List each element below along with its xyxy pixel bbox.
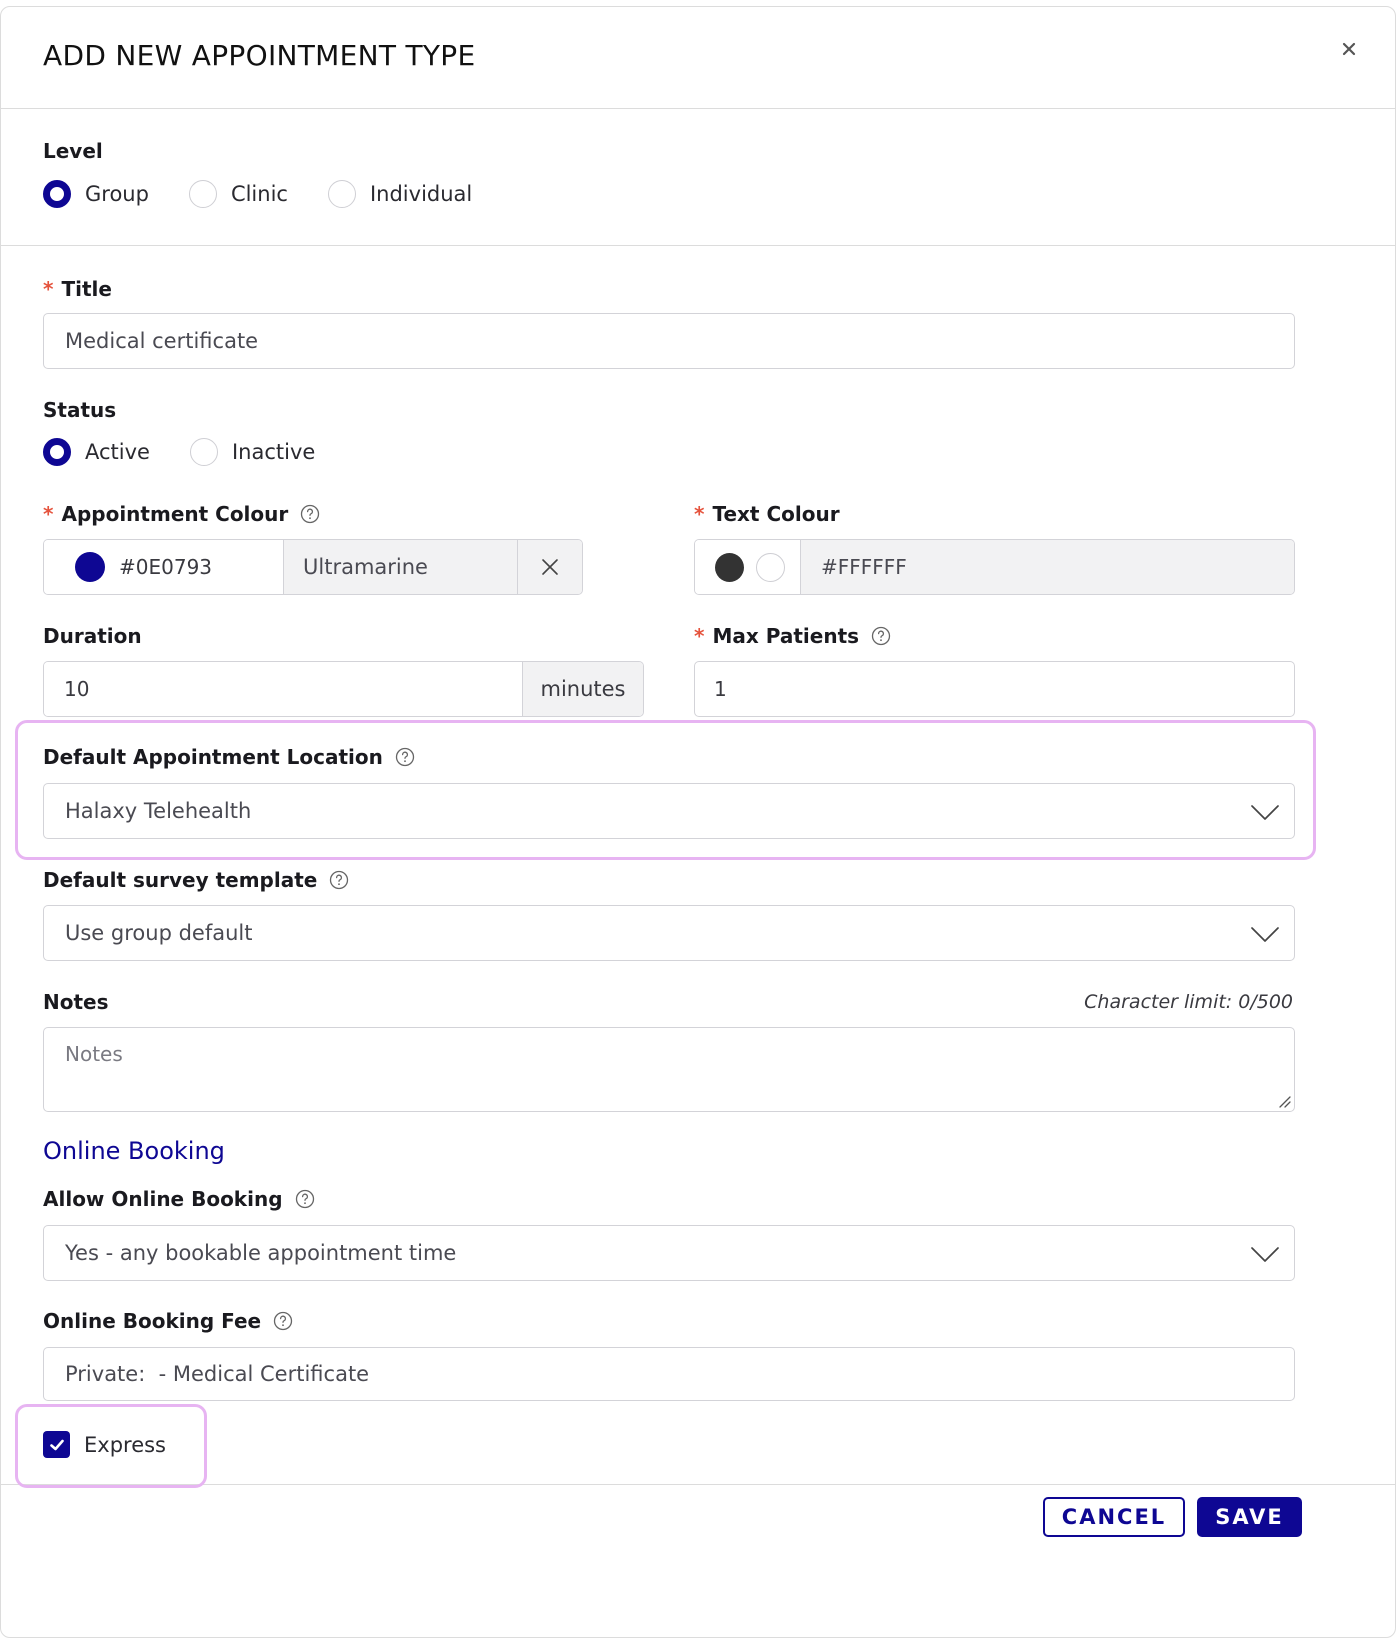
required-asterisk: * <box>43 277 54 301</box>
radio-unchecked-icon <box>189 438 218 466</box>
level-radio-group: Group Clinic Individual <box>43 178 512 210</box>
status-radio-active-option[interactable]: Active <box>43 438 150 466</box>
help-icon[interactable] <box>273 1311 293 1331</box>
level-radio-individual-option[interactable]: Individual <box>327 180 472 208</box>
appointment-colour-label: * Appointment Colour <box>43 502 320 526</box>
default-survey-select[interactable]: Use group default <box>43 905 1295 961</box>
notes-character-limit: Character limit: 0/500 <box>1084 991 1293 1013</box>
notes-textarea[interactable]: Notes <box>43 1027 1295 1112</box>
radio-checked-icon <box>43 438 71 466</box>
max-patients-label: * Max Patients <box>694 624 891 648</box>
text-colour-light-swatch[interactable] <box>756 552 785 582</box>
appointment-colour-name: Ultramarine <box>284 540 518 594</box>
status-radio-inactive-option[interactable]: Inactive <box>189 438 315 466</box>
max-patients-input[interactable]: 1 <box>694 661 1295 717</box>
text-colour-swatches <box>695 540 801 594</box>
duration-input-group: 10 minutes <box>43 661 644 717</box>
clear-colour-button[interactable] <box>518 540 582 594</box>
footer-divider <box>1 1484 1395 1485</box>
online-booking-fee-input[interactable]: Private: - Medical Certificate <box>43 1347 1295 1401</box>
level-radio-clinic-option[interactable]: Clinic <box>188 180 288 208</box>
status-label: Status <box>43 398 117 422</box>
text-colour-hex: #FFFFFF <box>801 540 1294 594</box>
help-icon[interactable] <box>871 626 891 646</box>
allow-online-booking-select[interactable]: Yes - any bookable appointment time <box>43 1225 1295 1281</box>
level-label: Level <box>43 139 103 163</box>
text-colour-dark-swatch[interactable] <box>715 552 744 582</box>
level-radio-group-option[interactable]: Group <box>43 180 149 208</box>
resize-handle-icon[interactable] <box>1277 1094 1291 1108</box>
save-button[interactable]: SAVE <box>1197 1497 1302 1537</box>
express-checkbox[interactable]: Express <box>43 1431 166 1458</box>
allow-online-booking-label: Allow Online Booking <box>43 1187 315 1211</box>
help-icon[interactable] <box>300 504 320 524</box>
close-button[interactable] <box>1337 37 1361 61</box>
duration-label: Duration <box>43 624 142 648</box>
modal-title: ADD NEW APPOINTMENT TYPE <box>43 39 476 72</box>
required-asterisk: * <box>694 624 705 648</box>
title-input[interactable]: Medical certificate <box>43 313 1295 369</box>
notes-placeholder: Notes <box>65 1042 123 1066</box>
appointment-colour-hex-field[interactable]: #0E0793 <box>44 540 284 594</box>
chevron-down-icon <box>1251 927 1279 942</box>
cancel-button[interactable]: CANCEL <box>1043 1497 1185 1537</box>
section-divider <box>1 245 1395 246</box>
colour-swatch <box>75 552 105 582</box>
close-icon <box>542 559 558 575</box>
appointment-colour-picker: #0E0793 Ultramarine <box>43 539 583 595</box>
duration-unit: minutes <box>523 662 643 716</box>
text-colour-label: * Text Colour <box>694 502 840 526</box>
status-radio-group: Active Inactive <box>43 436 355 468</box>
default-location-select[interactable]: Halaxy Telehealth <box>43 783 1295 839</box>
radio-unchecked-icon <box>188 180 217 208</box>
default-survey-label: Default survey template <box>43 868 349 892</box>
help-icon[interactable] <box>295 1189 315 1209</box>
text-colour-picker: #FFFFFF <box>694 539 1295 595</box>
chevron-down-icon <box>1251 1247 1279 1262</box>
required-asterisk: * <box>694 502 705 526</box>
duration-input[interactable]: 10 <box>44 662 523 716</box>
chevron-down-icon <box>1251 805 1279 820</box>
notes-label: Notes <box>43 990 109 1014</box>
required-asterisk: * <box>43 502 54 526</box>
checkbox-checked-icon <box>43 1431 70 1458</box>
radio-unchecked-icon <box>327 180 356 208</box>
online-booking-fee-label: Online Booking Fee <box>43 1309 293 1333</box>
radio-checked-icon <box>43 180 71 208</box>
help-icon[interactable] <box>395 747 415 767</box>
default-location-label: Default Appointment Location <box>43 745 415 769</box>
help-icon[interactable] <box>329 870 349 890</box>
title-label: * Title <box>43 277 112 301</box>
online-booking-heading: Online Booking <box>43 1137 225 1165</box>
modal-header: ADD NEW APPOINTMENT TYPE <box>1 7 1395 109</box>
add-appointment-type-modal: ADD NEW APPOINTMENT TYPE Level Group Cli… <box>0 6 1396 1638</box>
close-icon <box>1342 42 1356 56</box>
